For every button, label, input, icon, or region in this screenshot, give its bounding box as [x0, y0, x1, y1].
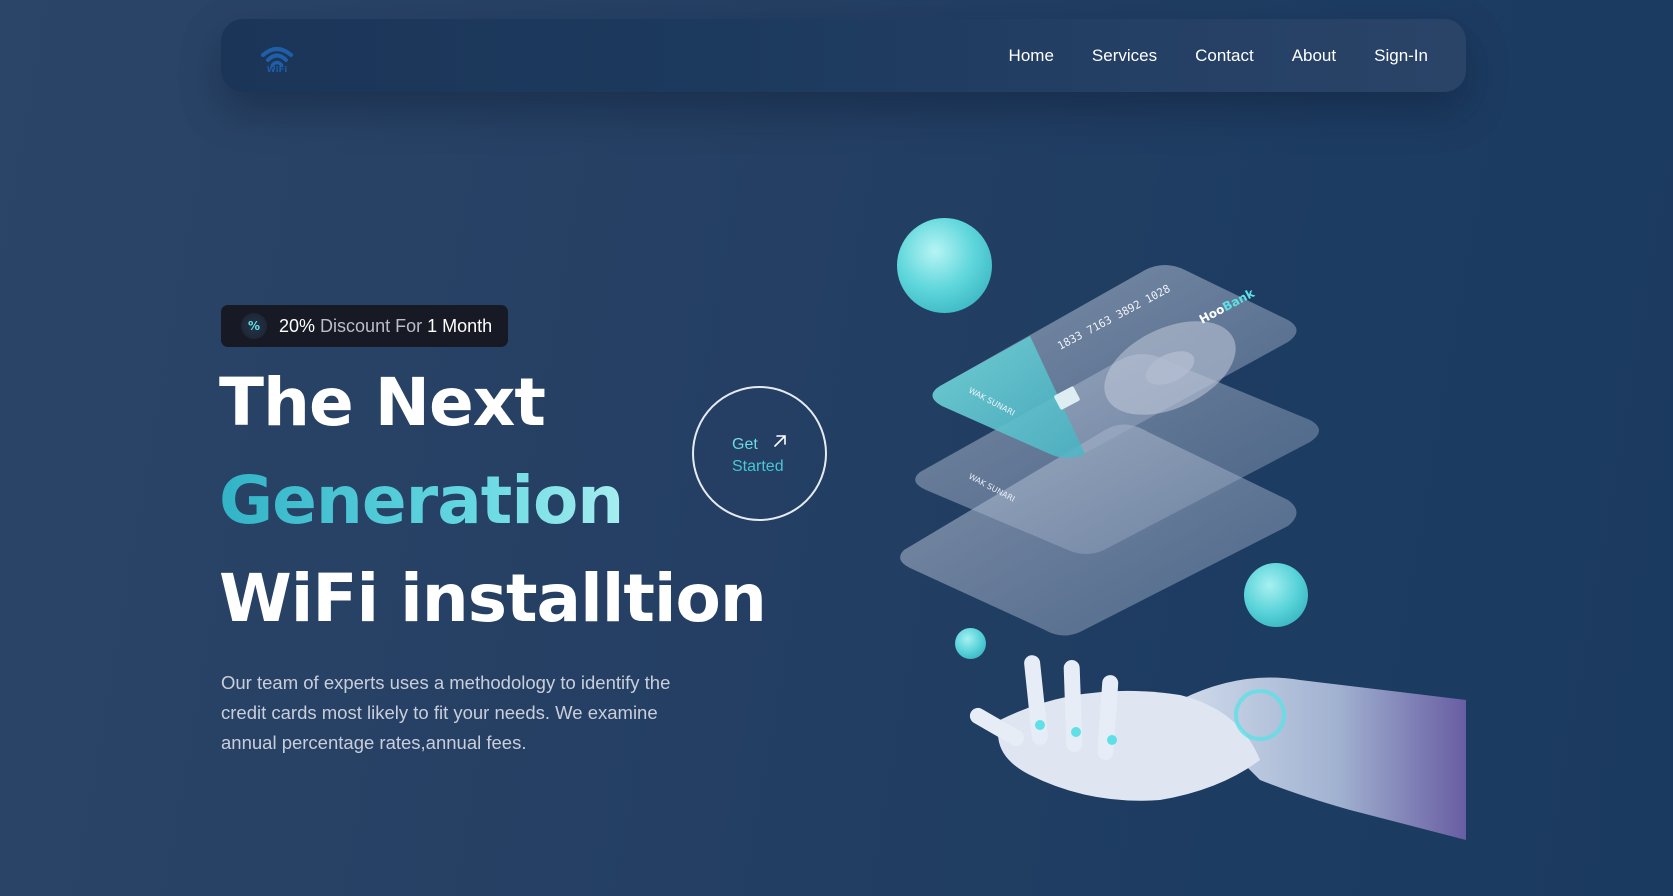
- headline-line-1: The Next: [219, 364, 546, 441]
- discount-icon: %: [241, 313, 267, 339]
- get-started-button[interactable]: Get Started: [692, 386, 827, 521]
- headline-line-2: Generation: [219, 462, 624, 539]
- nav-link-services[interactable]: Services: [1092, 46, 1157, 66]
- navbar: WiFi Home Services Contact About Sign-In: [221, 19, 1466, 92]
- discount-end: Month: [442, 315, 493, 336]
- nav-link-home[interactable]: Home: [1009, 46, 1054, 66]
- robot-joint-3: [1107, 735, 1117, 745]
- discount-mid: Discount For: [320, 315, 423, 336]
- discount-percent: 20%: [279, 315, 316, 336]
- discount-text: 20% Discount For 1 Month: [279, 316, 492, 337]
- nav-link-about[interactable]: About: [1292, 46, 1336, 66]
- logo-text: WiFi: [266, 65, 288, 74]
- robot-joint-1: [1035, 720, 1045, 730]
- nav-link-sign-in[interactable]: Sign-In: [1374, 46, 1428, 66]
- headline-line-3: WiFi installtion: [219, 560, 767, 637]
- nav-links: Home Services Contact About Sign-In: [971, 19, 1428, 92]
- arrow-up-right-icon: [772, 433, 788, 449]
- robot-joint-2: [1071, 727, 1081, 737]
- hero-illustration: WAK SUNARI 1833 7163 3892 1028 HooBank W…: [880, 200, 1466, 840]
- discount-badge: % 20% Discount For 1 Month: [221, 305, 508, 347]
- discount-one: 1: [427, 315, 438, 336]
- robot-finger-3: [1063, 660, 1083, 752]
- nav-link-contact[interactable]: Contact: [1195, 46, 1254, 66]
- cards-and-hand-art: WAK SUNARI 1833 7163 3892 1028 HooBank W…: [900, 265, 1466, 840]
- get-started-line-2: Started: [732, 458, 784, 475]
- hero-description: Our team of experts uses a methodology t…: [221, 672, 671, 753]
